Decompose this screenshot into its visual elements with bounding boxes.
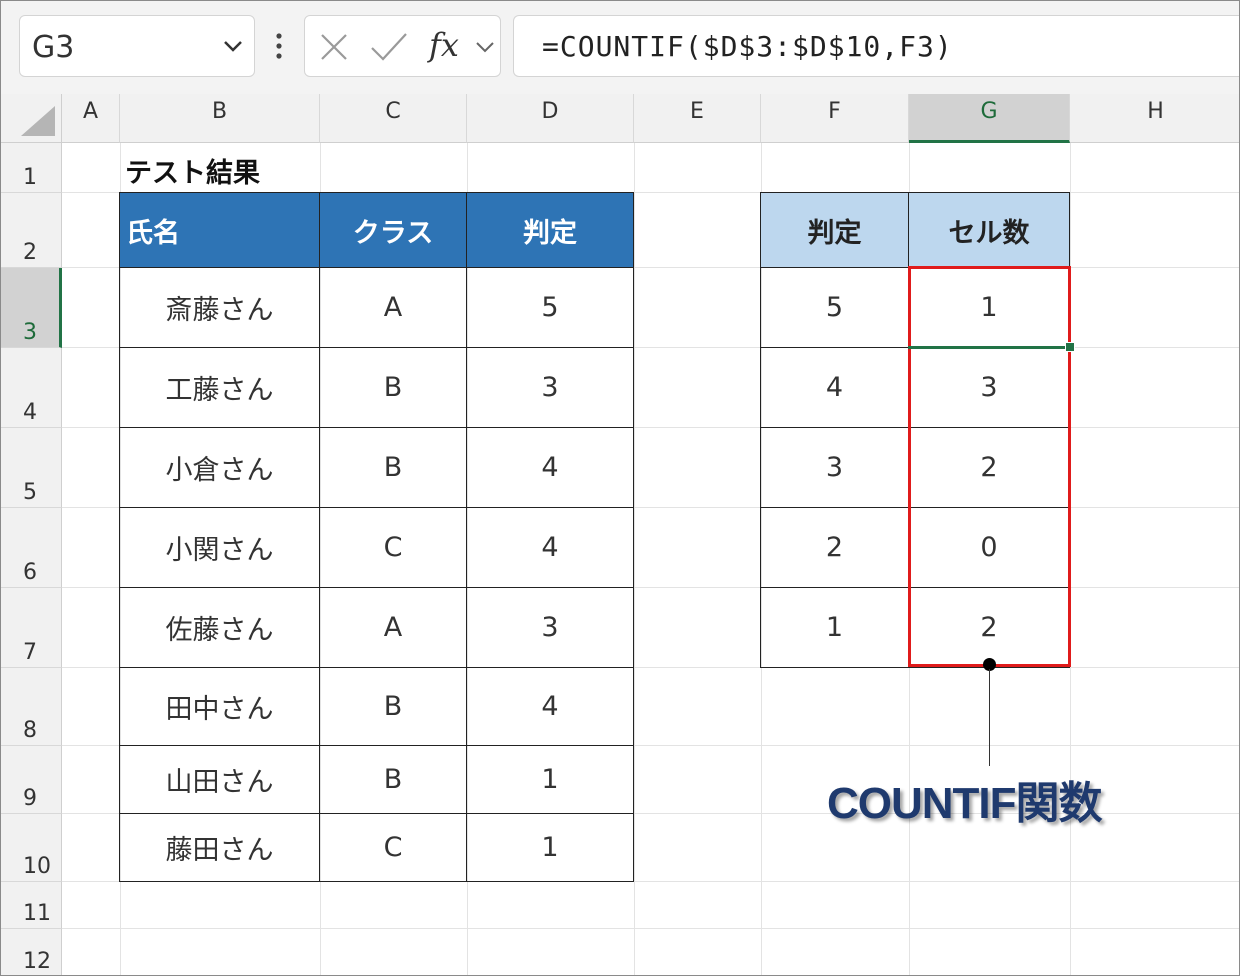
- cell-name[interactable]: 小倉さん: [119, 427, 320, 508]
- cell-name[interactable]: 佐藤さん: [119, 587, 320, 668]
- cell-name[interactable]: 田中さん: [119, 667, 320, 746]
- formula-text: =COUNTIF($D$3:$D$10,F3): [542, 30, 953, 63]
- cell-class[interactable]: B: [319, 667, 467, 746]
- count-header-score[interactable]: 判定: [760, 192, 909, 268]
- row-header-11[interactable]: 11: [1, 882, 62, 929]
- cell-score[interactable]: 4: [466, 507, 634, 588]
- column-header-b[interactable]: B: [120, 94, 320, 143]
- cell-name[interactable]: 工藤さん: [119, 347, 320, 428]
- cell-score[interactable]: 1: [466, 745, 634, 814]
- column-header-d[interactable]: D: [467, 94, 634, 143]
- cell-name[interactable]: 小関さん: [119, 507, 320, 588]
- cell-class[interactable]: A: [319, 587, 467, 668]
- formula-controls: fx: [304, 15, 501, 77]
- row-header-12[interactable]: 12: [1, 929, 62, 975]
- column-header-g[interactable]: G: [909, 94, 1070, 143]
- cell-class[interactable]: A: [319, 267, 467, 348]
- count-cell-score[interactable]: 1: [760, 587, 909, 668]
- excel-window: G3 fx =COUNTIF($D$3:$D$10,F3) A B C D E …: [0, 0, 1240, 976]
- name-box[interactable]: G3: [19, 15, 255, 77]
- cell-score[interactable]: 4: [466, 427, 634, 508]
- cell-class[interactable]: B: [319, 347, 467, 428]
- callout-label: COUNTIF関数: [827, 779, 1103, 828]
- header-cell-score[interactable]: 判定: [466, 192, 634, 268]
- formula-input[interactable]: =COUNTIF($D$3:$D$10,F3): [513, 15, 1239, 77]
- row-header-4[interactable]: 4: [1, 348, 62, 428]
- count-cell-score[interactable]: 3: [760, 427, 909, 508]
- header-cell-name[interactable]: 氏名: [119, 192, 320, 268]
- name-box-value: G3: [32, 30, 75, 65]
- row-header-10[interactable]: 10: [1, 814, 62, 882]
- column-header-e[interactable]: E: [634, 94, 761, 143]
- insert-function-icon[interactable]: fx: [429, 26, 459, 64]
- cell-score[interactable]: 3: [466, 347, 634, 428]
- row-header-3[interactable]: 3: [1, 268, 62, 348]
- cell-class[interactable]: B: [319, 745, 467, 814]
- cell-score[interactable]: 5: [466, 267, 634, 348]
- callout-line: [989, 669, 990, 766]
- cell-score[interactable]: 4: [466, 667, 634, 746]
- active-cell-indicator: [908, 346, 1068, 349]
- more-options-icon[interactable]: [271, 31, 287, 61]
- count-header-count[interactable]: セル数: [908, 192, 1070, 268]
- row-header-5[interactable]: 5: [1, 428, 62, 508]
- enter-check-icon[interactable]: [369, 30, 409, 64]
- fill-handle[interactable]: [1065, 342, 1075, 352]
- cell-score[interactable]: 3: [466, 587, 634, 668]
- cell-class[interactable]: C: [319, 813, 467, 882]
- highlight-box: [908, 266, 1071, 667]
- row-header-1[interactable]: 1: [1, 143, 62, 193]
- cell-class[interactable]: B: [319, 427, 467, 508]
- sheet-title-cell[interactable]: テスト結果: [125, 151, 260, 190]
- column-header-h[interactable]: H: [1070, 94, 1239, 143]
- row-header-2[interactable]: 2: [1, 193, 62, 268]
- cell-name[interactable]: 藤田さん: [119, 813, 320, 882]
- select-all-corner[interactable]: [1, 94, 62, 143]
- cell-score[interactable]: 1: [466, 813, 634, 882]
- column-header-f[interactable]: F: [761, 94, 909, 143]
- gridline: [62, 928, 1239, 929]
- cell-name[interactable]: 斎藤さん: [119, 267, 320, 348]
- select-all-icon: [21, 106, 55, 136]
- row-header-9[interactable]: 9: [1, 746, 62, 814]
- chevron-down-icon[interactable]: [222, 38, 244, 54]
- row-header-8[interactable]: 8: [1, 668, 62, 746]
- count-cell-score[interactable]: 5: [760, 267, 909, 348]
- expand-chevron-icon[interactable]: [475, 40, 495, 54]
- formula-bar: G3 fx =COUNTIF($D$3:$D$10,F3): [1, 1, 1239, 94]
- column-header-a[interactable]: A: [62, 94, 120, 143]
- row-header-7[interactable]: 7: [1, 588, 62, 668]
- count-cell-score[interactable]: 4: [760, 347, 909, 428]
- row-header-6[interactable]: 6: [1, 508, 62, 588]
- column-header-c[interactable]: C: [320, 94, 467, 143]
- cell-class[interactable]: C: [319, 507, 467, 588]
- count-cell-score[interactable]: 2: [760, 507, 909, 588]
- cancel-icon[interactable]: [317, 30, 351, 64]
- cell-name[interactable]: 山田さん: [119, 745, 320, 814]
- header-cell-class[interactable]: クラス: [319, 192, 467, 268]
